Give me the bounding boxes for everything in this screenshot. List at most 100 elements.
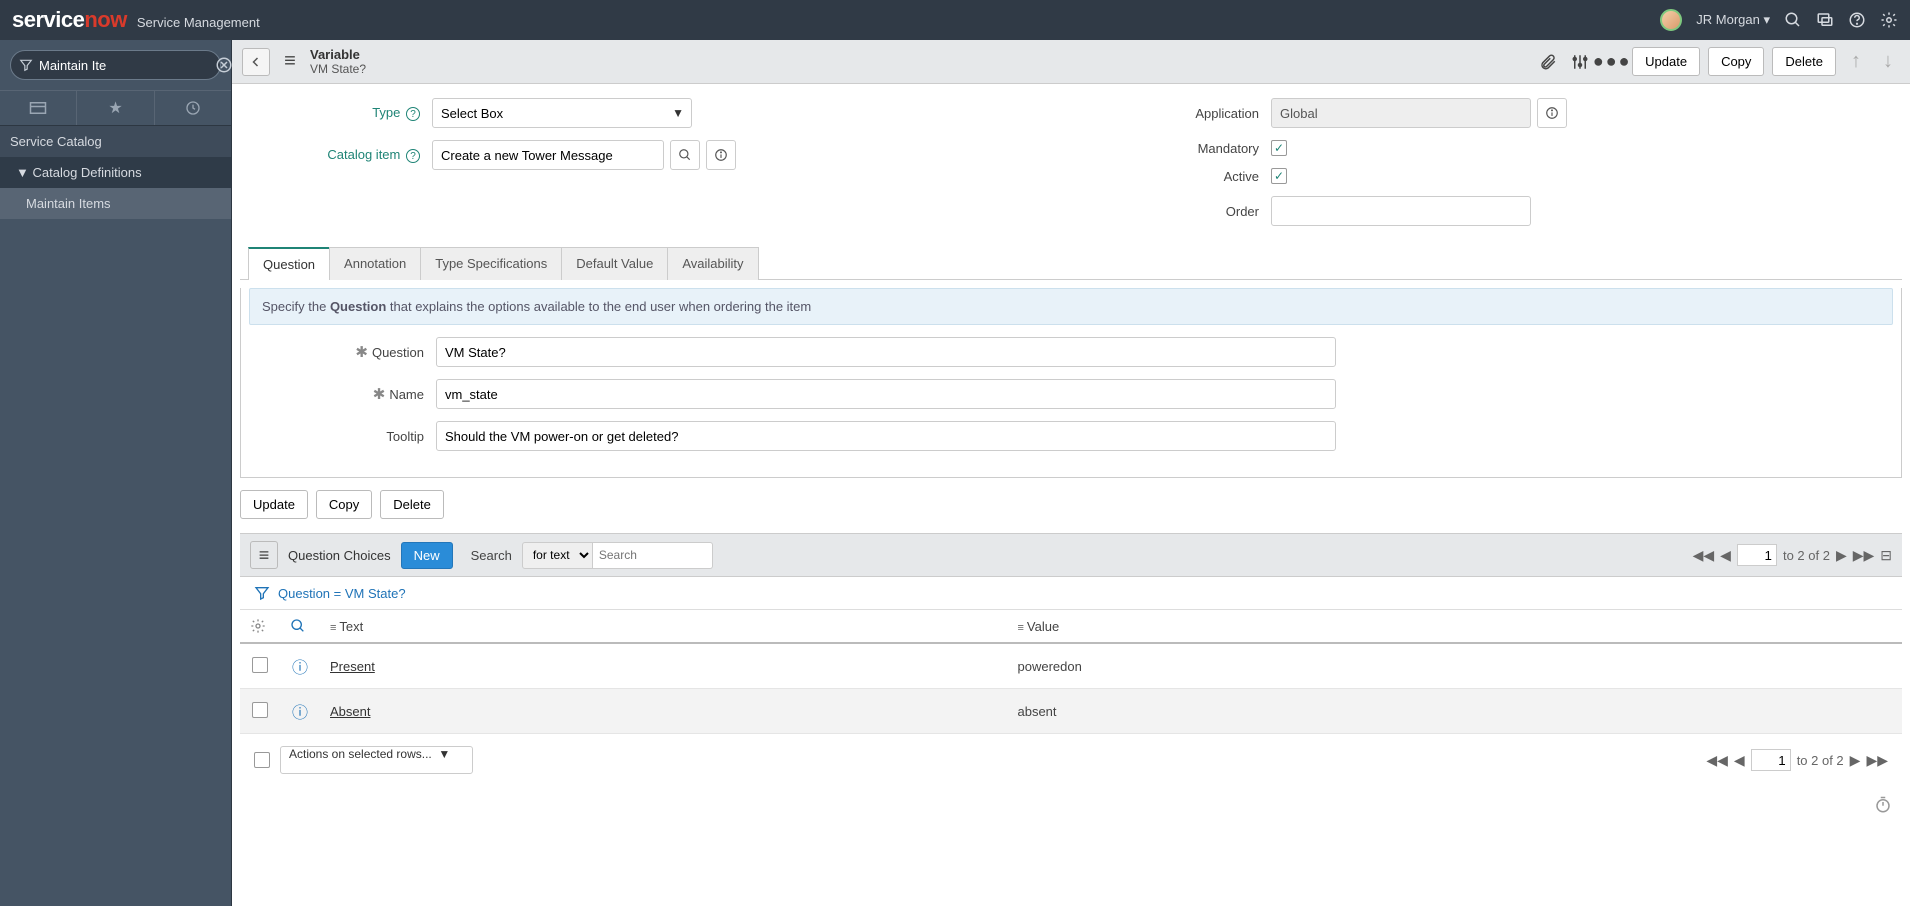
prev-page-icon[interactable]: ◀ [1734,752,1745,769]
lookup-icon[interactable] [670,140,700,170]
page-input-top[interactable] [1737,544,1777,566]
next-page-icon[interactable]: ▶ [1850,752,1861,769]
related-list-header: ≡ Question Choices New Search for text ◀… [240,533,1902,577]
tab-question[interactable]: Question [248,247,330,280]
next-record-icon[interactable]: ↓ [1876,50,1900,73]
row-value: poweredon [1007,643,1902,689]
last-page-icon[interactable]: ▶▶ [1866,752,1888,769]
tab-type-specifications[interactable]: Type Specifications [420,247,562,280]
search-input[interactable] [593,542,713,569]
nav-item-maintain-items[interactable]: Maintain Items [0,188,231,219]
back-button[interactable] [242,48,270,76]
nav-section-service-catalog[interactable]: Service Catalog [0,126,231,157]
tab-default-value[interactable]: Default Value [561,247,668,280]
prev-record-icon[interactable]: ↑ [1844,50,1868,73]
order-label: Order [1091,204,1271,219]
funnel-icon[interactable] [254,585,270,601]
question-input[interactable] [436,337,1336,367]
help-icon[interactable]: ? [406,107,420,121]
gear-icon[interactable] [250,618,270,634]
tab-info-bar: Specify the Question that explains the o… [249,288,1893,325]
attachment-icon[interactable] [1536,53,1560,71]
search-column-select[interactable]: for text [522,542,593,569]
nav-favorites-icon[interactable]: ★ [77,91,154,125]
first-page-icon[interactable]: ◀◀ [1706,752,1728,769]
tooltip-input[interactable] [436,421,1336,451]
application-input [1271,98,1531,128]
column-value[interactable]: ≡Value [1007,610,1902,644]
more-actions-icon[interactable]: ●●● [1600,51,1624,72]
clear-filter-icon[interactable] [215,56,233,74]
nav-subsection-catalog-definitions[interactable]: ▼ Catalog Definitions [0,157,231,188]
update-button[interactable]: Update [1632,47,1700,76]
menu-icon[interactable]: ≡ [278,50,302,73]
row-link[interactable]: Present [330,659,375,674]
avatar[interactable] [1660,9,1682,31]
form-header: ≡ Variable VM State? ●●● Update Copy Del… [232,40,1910,84]
nav-history-icon[interactable] [155,91,231,125]
help-icon[interactable]: ? [406,149,420,163]
user-menu[interactable]: JR Morgan ▾ [1696,12,1770,28]
table-row[interactable]: ⓘ Present poweredon [240,643,1902,689]
row-info-icon[interactable]: ⓘ [292,705,308,722]
pager-bottom: ◀◀ ◀ to 2 of 2 ▶ ▶▶ [1706,749,1888,771]
table-row[interactable]: ⓘ Absent absent [240,689,1902,734]
funnel-icon [19,58,33,72]
select-all-checkbox[interactable] [254,752,270,768]
delete-button-bottom[interactable]: Delete [380,490,444,519]
tab-panel-question: Specify the Question that explains the o… [240,288,1902,478]
related-list-table: ≡Text ≡Value ⓘ Present poweredon ⓘ Absen… [240,609,1902,734]
search-icon[interactable] [1784,11,1802,29]
next-page-icon[interactable]: ▶ [1836,547,1847,564]
main-content: ≡ Variable VM State? ●●● Update Copy Del… [232,40,1910,906]
prev-page-icon[interactable]: ◀ [1720,547,1731,564]
nav-filter-input[interactable] [39,58,215,73]
row-checkbox[interactable] [252,657,268,673]
info-icon[interactable] [706,140,736,170]
search-column-icon[interactable] [290,618,310,634]
question-label: ✱Question [261,343,436,361]
list-footer: Actions on selected rows... ▼ ◀◀ ◀ to 2 … [240,734,1902,786]
type-label[interactable]: Type ? [252,105,432,122]
mandatory-checkbox[interactable]: ✓ [1271,140,1287,156]
copy-button[interactable]: Copy [1708,47,1764,76]
nav-all-apps-icon[interactable] [0,91,77,125]
copy-button-bottom[interactable]: Copy [316,490,372,519]
row-link[interactable]: Absent [330,704,370,719]
breadcrumb-link[interactable]: Question = VM State? [278,586,406,601]
column-text[interactable]: ≡Text [320,610,1007,644]
actions-on-selected[interactable]: Actions on selected rows... ▼ [280,746,473,774]
pager-top: ◀◀ ◀ to 2 of 2 ▶ ▶▶ ⊟ [1693,544,1892,566]
chat-icon[interactable] [1816,11,1834,29]
collapse-list-icon[interactable]: ⊟ [1880,547,1892,564]
order-input[interactable] [1271,196,1531,226]
response-timer-icon[interactable] [232,786,1910,829]
gear-icon[interactable] [1880,11,1898,29]
delete-button[interactable]: Delete [1772,47,1836,76]
name-label: ✱Name [261,385,436,403]
type-select[interactable]: Select Box [432,98,692,128]
app-info-icon[interactable] [1537,98,1567,128]
row-info-icon[interactable]: ⓘ [292,660,308,677]
help-icon[interactable] [1848,11,1866,29]
left-nav: ★ Service Catalog ▼ Catalog Definitions … [0,40,232,906]
mandatory-label: Mandatory [1091,141,1271,156]
nav-filter[interactable] [10,50,221,80]
page-input-bottom[interactable] [1751,749,1791,771]
active-checkbox[interactable]: ✓ [1271,168,1287,184]
first-page-icon[interactable]: ◀◀ [1693,547,1715,564]
filter-breadcrumb: Question = VM State? [240,577,1902,609]
row-value: absent [1007,689,1902,734]
tab-annotation[interactable]: Annotation [329,247,421,280]
catalog-item-label[interactable]: Catalog item ? [252,147,432,164]
active-label: Active [1091,169,1271,184]
catalog-item-input[interactable] [432,140,664,170]
list-menu-icon[interactable]: ≡ [250,541,278,569]
personalize-icon[interactable] [1568,53,1592,71]
row-checkbox[interactable] [252,702,268,718]
last-page-icon[interactable]: ▶▶ [1853,547,1875,564]
tab-availability[interactable]: Availability [667,247,758,280]
update-button-bottom[interactable]: Update [240,490,308,519]
new-button[interactable]: New [401,542,453,569]
name-input[interactable] [436,379,1336,409]
